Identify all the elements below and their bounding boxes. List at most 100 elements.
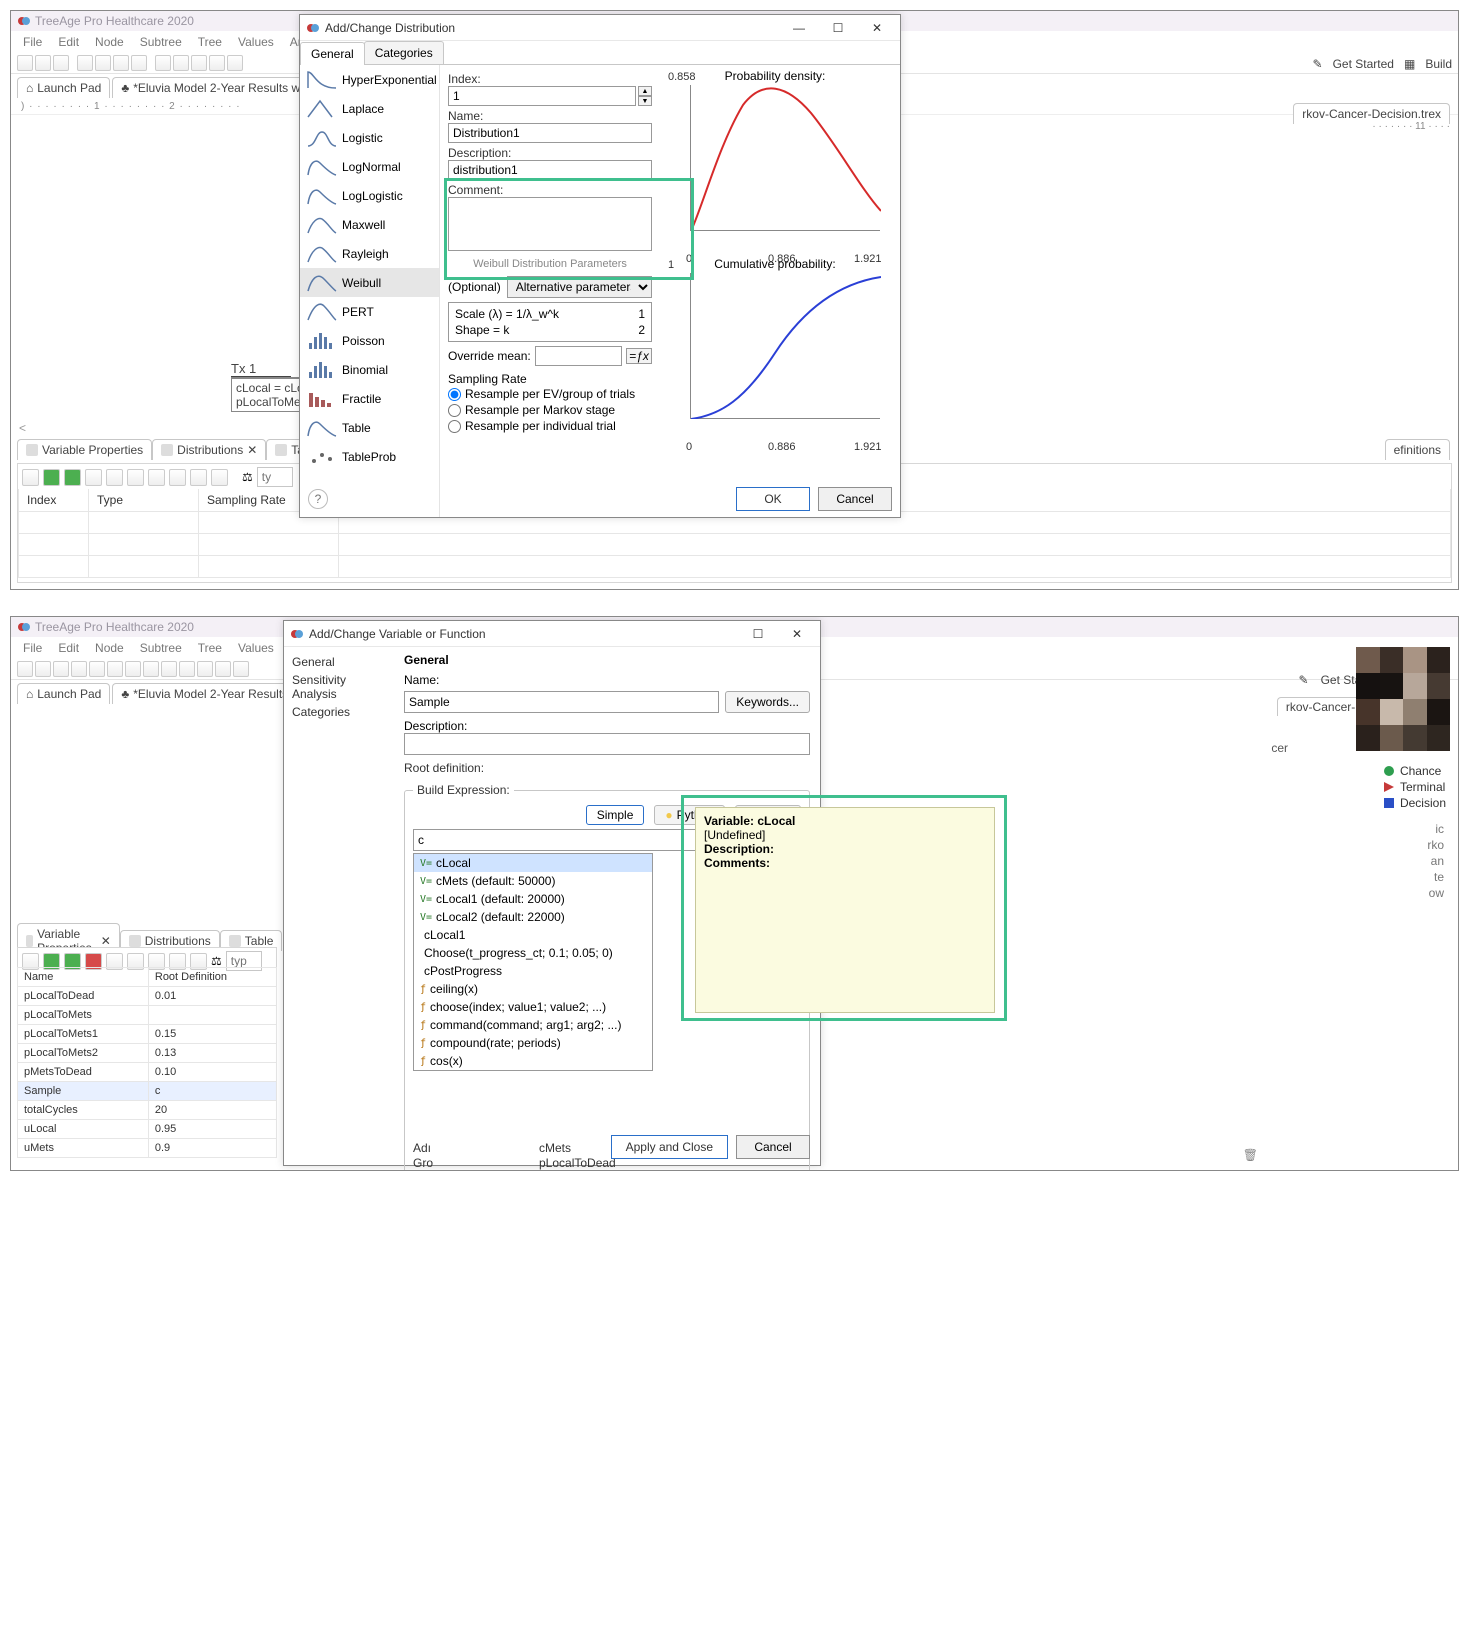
- add-icon[interactable]: [43, 469, 60, 486]
- tab-categories[interactable]: Categories: [364, 41, 444, 64]
- ok-button[interactable]: OK: [736, 487, 810, 511]
- spin-up[interactable]: ▲: [638, 86, 652, 96]
- fx-button[interactable]: =ƒx: [626, 348, 652, 364]
- cube-icon[interactable]: [113, 55, 129, 71]
- dist-fractile[interactable]: Fractile: [300, 384, 439, 413]
- home-icon[interactable]: [17, 661, 33, 677]
- suggestion-item[interactable]: ƒcommand(command; arg1; arg2; ...): [414, 1016, 652, 1034]
- add2-icon[interactable]: [64, 469, 81, 486]
- tab-launch-pad[interactable]: ⌂Launch Pad: [17, 683, 110, 704]
- suggestion-item[interactable]: V=cMets (default: 50000): [414, 872, 652, 890]
- menu-tree[interactable]: Tree: [192, 640, 228, 656]
- grid-row[interactable]: [19, 534, 1451, 556]
- minimize-button[interactable]: —: [782, 17, 816, 39]
- apply-close-button[interactable]: Apply and Close: [611, 1135, 728, 1159]
- autocomplete-popup[interactable]: V=cLocalV=cMets (default: 50000)V=cLocal…: [413, 853, 653, 1071]
- home-icon[interactable]: [17, 55, 33, 71]
- dist-binomial[interactable]: Binomial: [300, 355, 439, 384]
- menu-edit[interactable]: Edit: [52, 34, 85, 50]
- tab-distributions[interactable]: Distributions ✕: [152, 439, 266, 460]
- var-row[interactable]: pLocalToMets20.13: [18, 1044, 277, 1063]
- edit-icon[interactable]: [22, 469, 39, 486]
- trash-icon[interactable]: 🗑: [1243, 1148, 1258, 1162]
- dist-logistic[interactable]: Logistic: [300, 123, 439, 152]
- scroll-left-icon[interactable]: <: [19, 421, 26, 435]
- keywords-button[interactable]: Keywords...: [725, 691, 810, 713]
- more2-icon[interactable]: [209, 55, 225, 71]
- dist-laplace[interactable]: Laplace: [300, 94, 439, 123]
- dialog-titlebar[interactable]: Add/Change Distribution — ☐ ✕: [300, 15, 900, 41]
- disk-icon[interactable]: [125, 661, 141, 677]
- suggestion-item[interactable]: cLocal1: [414, 926, 652, 944]
- dialog-titlebar[interactable]: Add/Change Variable or Function ☐ ✕: [284, 621, 820, 647]
- bars-icon[interactable]: [161, 661, 177, 677]
- menu-node[interactable]: Node: [89, 34, 130, 50]
- close-icon[interactable]: ✕: [247, 443, 257, 457]
- dist-hyperexponential[interactable]: HyperExponential: [300, 65, 439, 94]
- back-icon[interactable]: [35, 661, 51, 677]
- var-row[interactable]: pMetsToDead0.10: [18, 1063, 277, 1082]
- dist-poisson[interactable]: Poisson: [300, 326, 439, 355]
- dist-tableprob[interactable]: TableProb: [300, 442, 439, 471]
- var-row[interactable]: pLocalToDead0.01: [18, 987, 277, 1006]
- var-row[interactable]: uMets0.9: [18, 1139, 277, 1158]
- help-button[interactable]: ?: [308, 489, 328, 509]
- dialog-tabs[interactable]: General Categories: [300, 41, 900, 65]
- variable-table[interactable]: NameRoot Definition pLocalToDead0.01pLoc…: [17, 967, 277, 1158]
- radio-ev[interactable]: [448, 388, 461, 401]
- var-row[interactable]: uLocal0.95: [18, 1120, 277, 1139]
- t3-icon[interactable]: [190, 469, 207, 486]
- dist-rayleigh[interactable]: Rayleigh: [300, 239, 439, 268]
- header-right-links[interactable]: ✎Get Started ▦Build: [1313, 57, 1452, 71]
- dialog-side-nav[interactable]: General Sensitivity Analysis Categories: [284, 647, 394, 1165]
- suggestion-item[interactable]: V=cLocal: [414, 854, 652, 872]
- cube-icon[interactable]: [107, 661, 123, 677]
- side-sensitivity[interactable]: Sensitivity Analysis: [292, 671, 386, 703]
- copy-icon[interactable]: [106, 469, 123, 486]
- m4-icon[interactable]: [233, 661, 249, 677]
- m2-icon[interactable]: [197, 661, 213, 677]
- menu-values[interactable]: Values: [232, 640, 280, 656]
- layout-icon[interactable]: [77, 55, 93, 71]
- filter-input[interactable]: [257, 467, 293, 487]
- paste-icon[interactable]: [127, 469, 144, 486]
- cancel-button[interactable]: Cancel: [736, 1135, 810, 1159]
- suggestion-item[interactable]: V=cLocal2 (default: 22000): [414, 908, 652, 926]
- circle-icon[interactable]: [143, 661, 159, 677]
- name-input[interactable]: [404, 691, 719, 713]
- brush-icon[interactable]: [211, 469, 228, 486]
- t1-icon[interactable]: [148, 469, 165, 486]
- menu-subtree[interactable]: Subtree: [134, 640, 188, 656]
- tab-variable-properties[interactable]: Variable Properties: [17, 439, 152, 460]
- index-spinner[interactable]: ▲▼: [448, 86, 652, 106]
- suggestion-item[interactable]: V=cLocal1 (default: 20000): [414, 890, 652, 908]
- override-input[interactable]: [535, 346, 622, 366]
- menu-edit[interactable]: Edit: [52, 640, 85, 656]
- menu-file[interactable]: File: [17, 640, 48, 656]
- dist-lognormal[interactable]: LogNormal: [300, 152, 439, 181]
- circle-icon[interactable]: [155, 55, 171, 71]
- side-categories[interactable]: Categories: [292, 703, 386, 721]
- tab-launch-pad[interactable]: ⌂Launch Pad: [17, 77, 110, 98]
- more3-icon[interactable]: [227, 55, 243, 71]
- dist-table[interactable]: Table: [300, 413, 439, 442]
- dist-weibull[interactable]: Weibull: [300, 268, 439, 297]
- menu-subtree[interactable]: Subtree: [134, 34, 188, 50]
- menu-node[interactable]: Node: [89, 640, 130, 656]
- var-row[interactable]: pLocalToMets10.15: [18, 1025, 277, 1044]
- suggestion-item[interactable]: ƒcos(x): [414, 1052, 652, 1070]
- forward-icon[interactable]: [53, 661, 69, 677]
- distribution-list[interactable]: HyperExponentialLaplaceLogisticLogNormal…: [300, 65, 440, 517]
- m3-icon[interactable]: [215, 661, 231, 677]
- maximize-button[interactable]: ☐: [741, 623, 775, 645]
- close-button[interactable]: ✕: [860, 17, 894, 39]
- side-general[interactable]: General: [292, 653, 386, 671]
- more1-icon[interactable]: [191, 55, 207, 71]
- suggestion-item[interactable]: ƒchoose(index; value1; value2; ...): [414, 998, 652, 1016]
- suggestion-item[interactable]: ƒceiling(x): [414, 980, 652, 998]
- menu-tree[interactable]: Tree: [192, 34, 228, 50]
- disk-icon[interactable]: [131, 55, 147, 71]
- layout-icon[interactable]: [71, 661, 87, 677]
- forward-icon[interactable]: [53, 55, 69, 71]
- name-input[interactable]: [448, 123, 652, 143]
